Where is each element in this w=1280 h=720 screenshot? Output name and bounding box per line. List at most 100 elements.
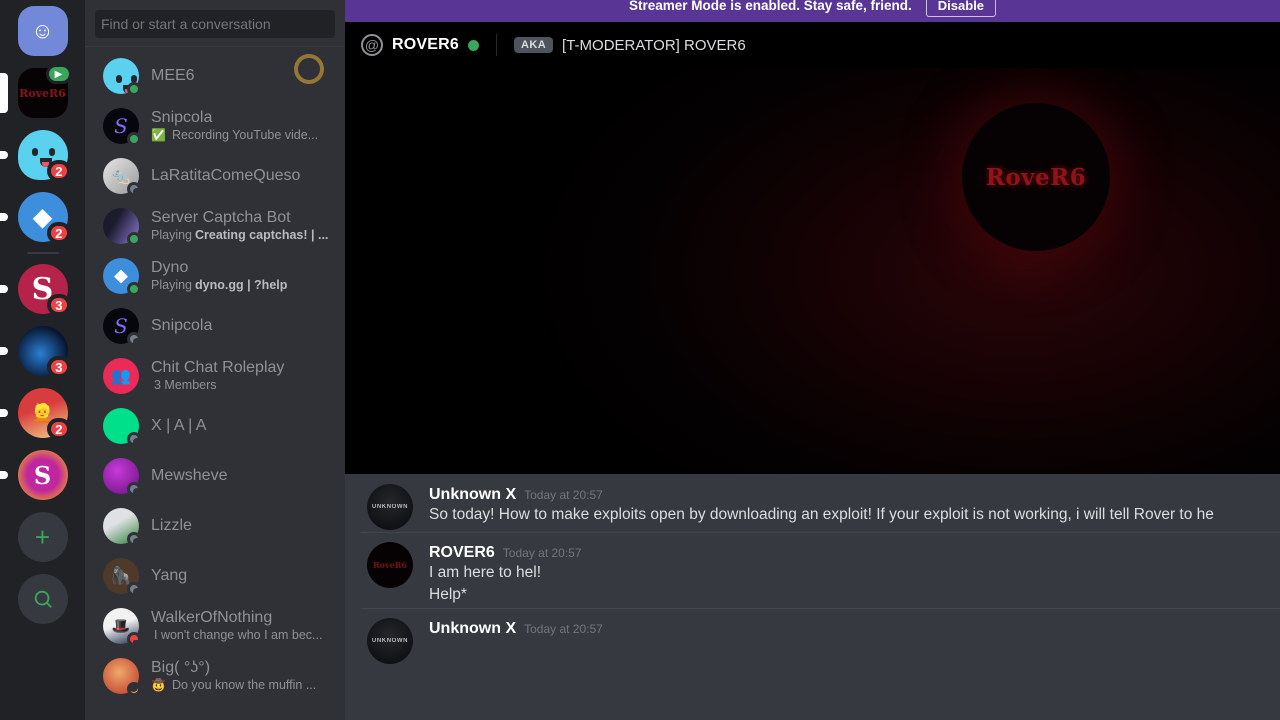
avatar: S — [103, 307, 141, 346]
dm-item-name: Big( °ʖ°) — [151, 659, 211, 676]
cowboy-emoji-icon: 🤠 — [151, 678, 166, 692]
message-text: So today! How to make exploits open by d… — [429, 506, 1214, 523]
streamer-mode-banner: Streamer Mode is enabled. Stay safe, fri… — [345, 0, 1280, 22]
server-item-dyno-server[interactable]: ◆ 2 — [0, 186, 85, 248]
avatar[interactable]: RoveR6 — [367, 542, 413, 588]
dm-list-item[interactable]: Server Captcha Bot Playing Creating captc… — [93, 201, 337, 250]
message-row: RoveR6 ROVER6 Today at 20:57 I am here to h… — [345, 532, 1280, 608]
plus-icon: + — [17, 512, 68, 562]
channel-name: ROVER6 — [392, 36, 459, 53]
avatar[interactable]: UNKNOWN — [367, 618, 413, 664]
message-text: I am here to hel! — [429, 564, 542, 581]
unread-count-badge: 3 — [47, 294, 71, 316]
dm-list-item[interactable]: ◆ Dyno Playing dyno.gg | ?help — [93, 251, 337, 300]
server-item-discord-home[interactable]: ☺ — [0, 0, 85, 62]
message-row: UNKNOWN Unknown X Today at 20:57 So today! … — [345, 474, 1280, 532]
dm-list-item[interactable]: S Snipcola ✅ Recording YouTube vide... — [93, 101, 337, 150]
message-list: UNKNOWN Unknown X Today at 20:57 So today! … — [345, 474, 1280, 720]
unread-indicator — [0, 347, 8, 355]
dm-list-item[interactable]: 🐀 LaRatitaComeQueso — [93, 151, 337, 200]
dm-status-indicator — [127, 131, 141, 146]
message-row: UNKNOWN Unknown X Today at 20:57 — [345, 608, 1280, 666]
rover-avatar-text: RoveR6 — [373, 560, 407, 570]
s-purple-server-icon: S — [17, 450, 68, 500]
server-item-s-purple-server[interactable]: S — [0, 444, 85, 506]
avatar — [103, 507, 141, 546]
disable-streamer-mode-button[interactable]: Disable — [925, 0, 997, 17]
dm-status-indicator — [127, 281, 141, 296]
search-icon — [17, 574, 68, 624]
dm-item-subtitle: ✅ Recording YouTube vide... — [151, 128, 319, 142]
dm-item-name: Dyno — [151, 259, 189, 276]
avatar: 🎩 — [103, 607, 142, 646]
dm-conversation-list: MEE6 S Snipcola ✅ Recording YouTube vide... 🐀… — [85, 51, 345, 700]
dm-item-subtitle: Playing dyno.gg | ?help — [151, 278, 288, 292]
check-emoji-icon: ✅ — [151, 128, 166, 142]
dm-sidebar: Find or start a conversation MEE6 S Snipco… — [85, 0, 345, 720]
server-item-rover6-server[interactable]: RoveR6 ▶ — [0, 62, 85, 124]
live-video-badge: ▶ — [45, 64, 72, 84]
dm-item-name: WalkerOfNothing — [151, 609, 273, 626]
avatar[interactable]: UNKNOWN — [367, 484, 413, 530]
unread-count-badge: 3 — [47, 356, 71, 378]
dm-list-item[interactable]: 👥 Chit Chat Roleplay 3 Members — [93, 351, 337, 400]
server-rail: ☺ RoveR6 ▶ 2 ◆ 2 S 3 3 👱 2 S + — [0, 0, 85, 720]
unread-indicator — [0, 73, 8, 113]
dm-item-name: Snipcola — [151, 109, 213, 126]
dm-status-indicator — [127, 581, 141, 596]
dm-status-indicator — [127, 181, 141, 196]
unknown-avatar-text: UNKNOWN — [371, 638, 409, 644]
aka-nickname: [T-MODERATOR] ROVER6 — [562, 36, 746, 54]
unread-indicator — [0, 151, 8, 159]
dm-status-indicator — [127, 431, 141, 446]
server-item-s-red-server[interactable]: S3 — [0, 258, 85, 320]
avatar: ◆ — [103, 257, 141, 296]
avatar — [103, 407, 141, 446]
search-input[interactable]: Find or start a conversation — [95, 10, 335, 38]
server-item-girl-server[interactable]: 👱 2 — [0, 382, 85, 444]
stream-avatar: RoveR6 — [962, 103, 1110, 251]
discord-app-window: ☺ RoveR6 ▶ 2 ◆ 2 S 3 3 👱 2 S + Find or start a conve… — [0, 0, 1280, 720]
header-divider — [496, 34, 497, 56]
discord-home-icon: ☺ — [17, 6, 68, 56]
dm-item-name: X | A | A — [151, 416, 207, 434]
dm-list-item[interactable]: Big( °ʖ°) 🤠 Do you know the muffin ... — [93, 651, 337, 700]
message-author[interactable]: Unknown X — [429, 620, 516, 638]
message-author[interactable]: Unknown X — [429, 486, 516, 504]
dm-status-indicator — [127, 681, 141, 696]
dm-item-name: Mewsheve — [151, 466, 228, 484]
dm-list-item[interactable]: Lizzle — [93, 501, 337, 550]
unread-count-badge: 2 — [47, 418, 71, 440]
add-server-button[interactable]: + — [0, 506, 85, 568]
dm-list-item[interactable]: Mewsheve — [93, 451, 337, 500]
dm-list-item[interactable]: X | A | A — [93, 401, 337, 450]
dm-status-indicator — [127, 81, 141, 96]
main-content: Streamer Mode is enabled. Stay safe, fri… — [345, 0, 1280, 720]
search-placeholder-text: Find or start a conversation — [101, 16, 271, 32]
message-author[interactable]: ROVER6 — [429, 544, 495, 562]
channel-header: @ ROVER6 AKA [T-MODERATOR] ROVER6 — [345, 22, 1280, 68]
explore-servers-button[interactable] — [0, 568, 85, 630]
dm-item-name: Lizzle — [151, 516, 192, 534]
unknown-avatar-text: UNKNOWN — [371, 504, 409, 510]
aka-badge: AKA — [514, 37, 554, 53]
avatar — [103, 657, 141, 696]
avatar — [103, 207, 141, 246]
dm-status-indicator — [127, 331, 141, 346]
at-icon: @ — [361, 34, 383, 56]
dm-status-indicator — [127, 531, 141, 546]
online-status-dot — [468, 39, 479, 51]
dm-item-name: Yang — [151, 566, 188, 584]
dm-item-subtitle: 3 Members — [154, 378, 217, 392]
dm-list-item[interactable]: 🎩 WalkerOfNothing I won't change who I am … — [93, 601, 337, 650]
group-avatar-image: 👥 — [103, 357, 139, 394]
dm-status-indicator — [127, 481, 141, 496]
dm-list-item[interactable]: S Snipcola — [93, 301, 337, 350]
search-container: Find or start a conversation — [85, 0, 345, 46]
server-item-blue-flame-server[interactable]: 3 — [0, 320, 85, 382]
avatar: 🐀 — [103, 157, 141, 196]
video-stream-area[interactable]: RoveR6 — [345, 68, 1280, 474]
dm-list-item[interactable]: 🦍 Yang — [93, 551, 337, 600]
server-item-blob-server[interactable]: 2 — [0, 124, 85, 186]
dm-item-subtitle: 🤠 Do you know the muffin ... — [151, 678, 317, 692]
